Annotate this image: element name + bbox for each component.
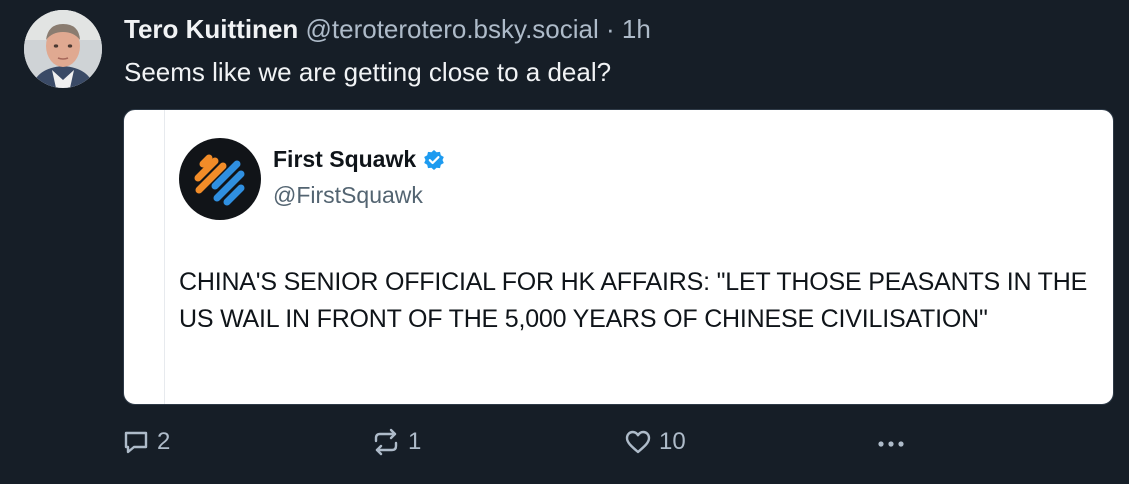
author-name[interactable]: Tero Kuittinen bbox=[124, 14, 298, 44]
post-actions: 2 1 10 bbox=[121, 422, 1121, 462]
embedded-author-handle: @FirstSquawk bbox=[273, 182, 423, 208]
avatar[interactable] bbox=[24, 10, 102, 88]
like-count: 10 bbox=[659, 428, 686, 455]
embedded-author: First Squawk bbox=[273, 146, 445, 173]
embedded-author-name: First Squawk bbox=[273, 146, 417, 172]
more-icon bbox=[878, 441, 904, 447]
heart-icon bbox=[625, 430, 651, 454]
first-squawk-logo-icon bbox=[179, 138, 261, 220]
verified-badge-icon bbox=[424, 149, 444, 170]
repost-button[interactable]: 1 bbox=[370, 422, 421, 462]
embedded-post: First Squawk @FirstSquawk CHINA'S SENIOR… bbox=[164, 110, 1113, 404]
reply-icon bbox=[124, 431, 148, 454]
like-button[interactable]: 10 bbox=[623, 422, 686, 462]
more-options-button[interactable] bbox=[873, 422, 909, 462]
reply-count: 2 bbox=[157, 428, 171, 455]
avatar-image bbox=[24, 10, 102, 88]
embedded-image[interactable]: First Squawk @FirstSquawk CHINA'S SENIOR… bbox=[123, 109, 1114, 405]
post-header: Tero Kuittinen @teroterotero.bsky.social… bbox=[124, 13, 651, 45]
reply-button[interactable]: 2 bbox=[121, 422, 170, 462]
post-time[interactable]: 1h bbox=[622, 14, 651, 44]
repost-count: 1 bbox=[408, 428, 422, 455]
post-text: Seems like we are getting close to a dea… bbox=[124, 57, 612, 87]
separator-dot: · bbox=[606, 14, 615, 44]
post: Tero Kuittinen @teroterotero.bsky.social… bbox=[0, 0, 1129, 484]
repost-icon bbox=[374, 428, 398, 456]
embedded-post-text: CHINA'S SENIOR OFFICIAL FOR HK AFFAIRS: … bbox=[179, 268, 1088, 333]
author-handle[interactable]: @teroterotero.bsky.social bbox=[306, 14, 599, 44]
